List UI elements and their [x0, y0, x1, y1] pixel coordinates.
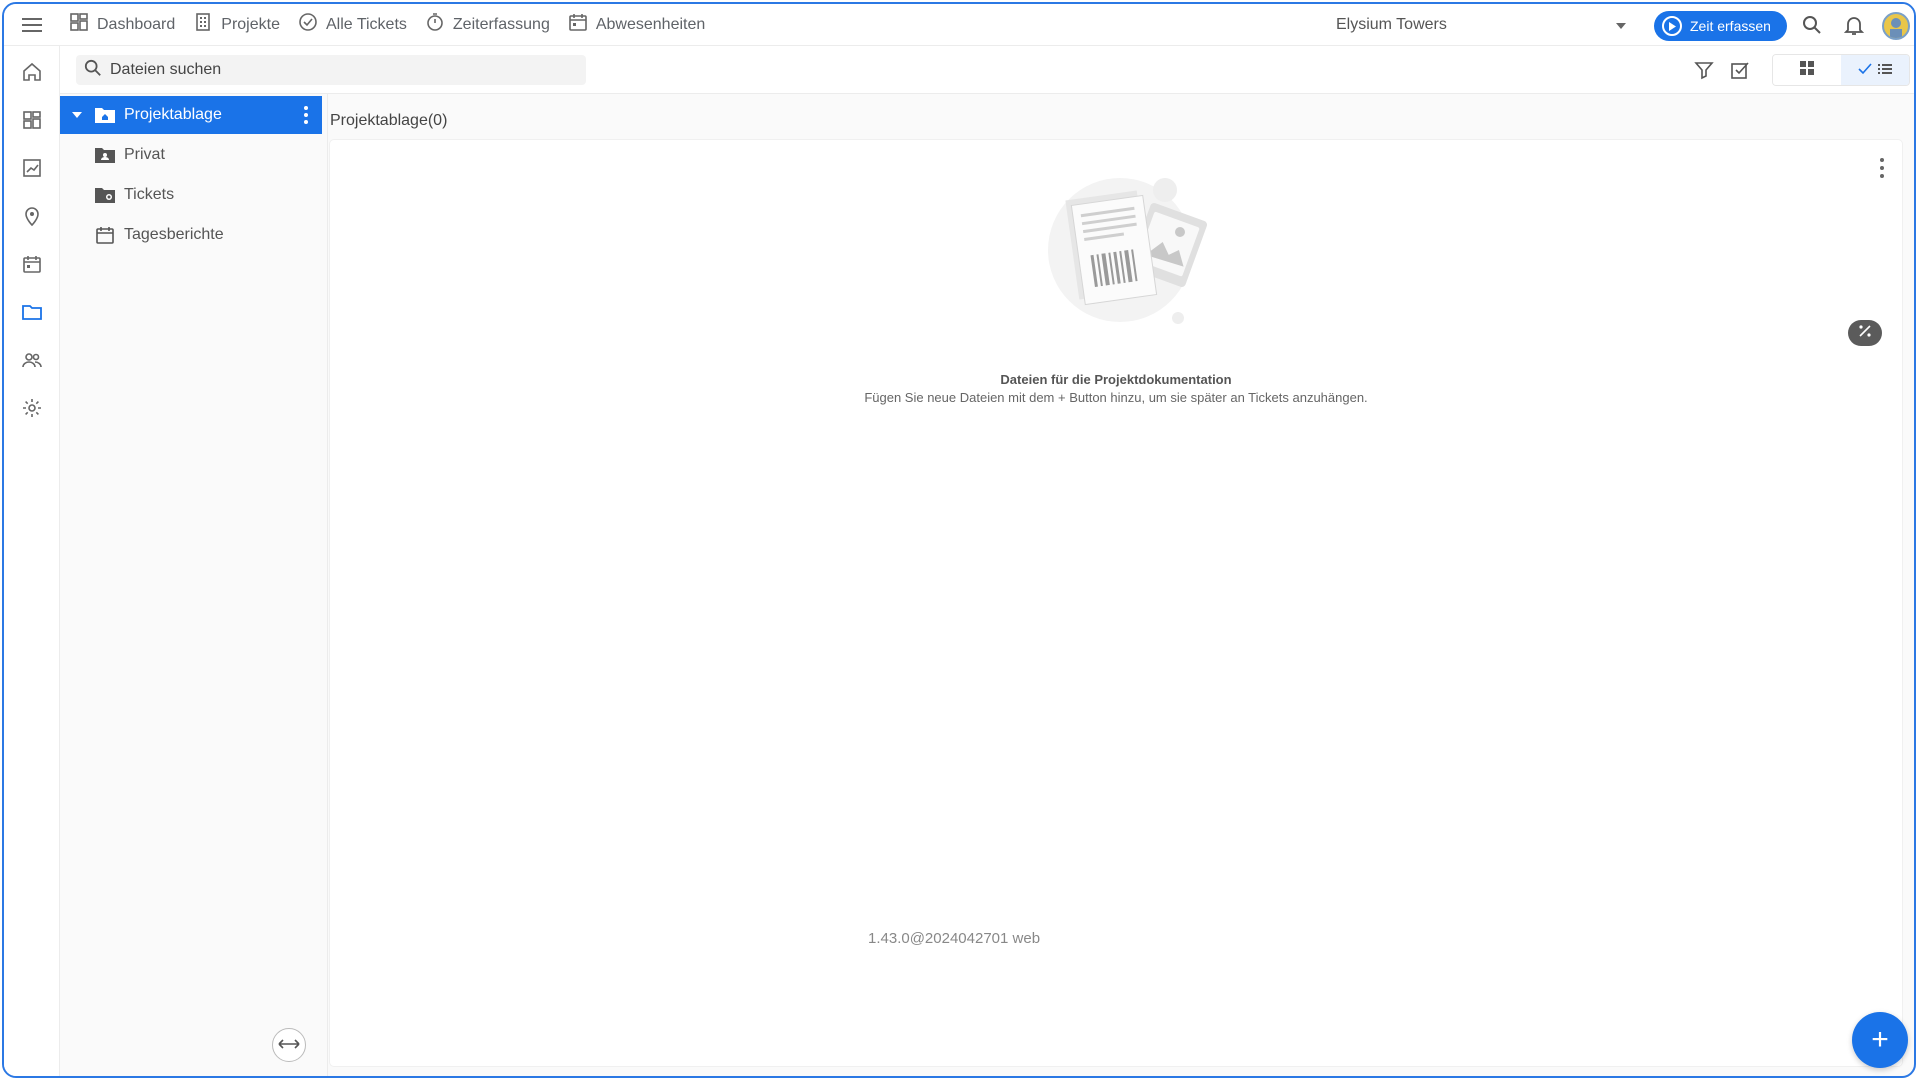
nav-zeiterfassung[interactable]: Zeiterfassung [416, 4, 559, 46]
main-nav: Dashboard Projekte Alle Tickets Zeiterfa… [60, 4, 714, 46]
grid-view-button[interactable] [1773, 55, 1841, 85]
tree-item-label: Tagesberichte [124, 226, 224, 243]
calendar-icon [94, 224, 116, 246]
nav-dashboard-label: Dashboard [97, 15, 176, 33]
calendar-icon[interactable] [4, 244, 60, 284]
users-icon[interactable] [4, 340, 60, 380]
nav-dashboard[interactable]: Dashboard [60, 4, 184, 46]
tree-item-label: Tickets [124, 186, 175, 203]
view-toggle [1772, 54, 1910, 86]
folder-account-icon [94, 144, 116, 166]
tree-item-tagesberichte[interactable]: Tagesberichte [60, 216, 322, 254]
project-select[interactable]: Elysium Towers [1336, 4, 1626, 46]
nav-projekte-label: Projekte [221, 15, 280, 33]
check-circle-icon [298, 12, 318, 37]
tree-item-tickets[interactable]: Tickets [60, 176, 322, 214]
list-icon [1878, 62, 1892, 79]
tree-item-label: Projektablage [124, 106, 222, 123]
nav-abwesenheiten[interactable]: Abwesenheiten [559, 4, 714, 46]
more-vert-icon[interactable] [302, 104, 310, 126]
search-box[interactable] [76, 55, 586, 85]
left-rail [4, 46, 60, 1076]
file-content-area: Dateien für die Projektdokumentation Füg… [330, 140, 1902, 1066]
breadcrumb[interactable]: Projektablage(0) [330, 112, 447, 130]
list-view-button[interactable] [1841, 55, 1909, 85]
chart-icon[interactable] [4, 148, 60, 188]
grid-icon [1800, 61, 1814, 79]
nav-alle-tickets-label: Alle Tickets [325, 15, 407, 33]
chevron-down-icon [1616, 16, 1626, 34]
folder-tree: Projektablage Privat Tickets Tagesberich… [60, 94, 328, 1076]
tree-item-privat[interactable]: Privat [60, 136, 322, 174]
app-window: Dashboard Projekte Alle Tickets Zeiterfa… [2, 2, 1916, 1078]
version-text: 1.43.0@2024042701 web [868, 930, 1041, 947]
percent-toggle-button[interactable] [1848, 320, 1882, 346]
nav-projekte[interactable]: Projekte [184, 4, 289, 46]
tree-item-projektablage[interactable]: Projektablage [60, 96, 322, 134]
top-bar: Dashboard Projekte Alle Tickets Zeiterfa… [4, 4, 1914, 46]
dashboard-icon[interactable] [4, 100, 60, 140]
nav-abwesenheiten-label: Abwesenheiten [595, 15, 706, 33]
search-input[interactable] [110, 61, 550, 79]
resize-sidebar-button[interactable] [272, 1028, 306, 1062]
folder-ticket-icon [94, 184, 116, 206]
project-name: Elysium Towers [1336, 16, 1447, 33]
folder-icon[interactable] [4, 292, 60, 332]
folder-home-icon [94, 104, 116, 126]
home-icon[interactable] [4, 52, 60, 92]
menu-icon[interactable] [4, 4, 60, 46]
dashboard-icon [69, 12, 89, 37]
empty-state-subtitle: Fügen Sie neue Dateien mit dem + Button … [864, 390, 1368, 405]
empty-state-illustration [1048, 178, 1208, 324]
add-file-button[interactable]: + [1852, 1012, 1908, 1068]
check-icon [1858, 62, 1872, 79]
bell-icon[interactable] [1842, 13, 1866, 37]
gear-icon[interactable] [4, 388, 60, 428]
more-vert-icon[interactable] [1878, 158, 1886, 178]
nav-zeiterfassung-label: Zeiterfassung [452, 15, 550, 33]
nav-alle-tickets[interactable]: Alle Tickets [289, 4, 416, 46]
arrows-horizontal-icon [278, 1037, 300, 1054]
map-pin-icon[interactable] [4, 196, 60, 236]
calendar-icon [568, 12, 588, 37]
play-icon [1662, 16, 1682, 36]
zeit-erfassen-button[interactable]: Zeit erfassen [1654, 11, 1787, 41]
zeit-erfassen-label: Zeit erfassen [1690, 18, 1771, 34]
search-icon[interactable] [1800, 13, 1824, 37]
filter-icon[interactable] [1692, 58, 1716, 82]
caret-down-icon[interactable] [60, 112, 94, 118]
tree-item-label: Privat [124, 146, 165, 163]
select-all-icon[interactable] [1728, 58, 1752, 82]
search-icon [84, 59, 102, 81]
stopwatch-icon [425, 12, 445, 37]
percent-icon [1858, 324, 1872, 342]
avatar[interactable] [1882, 12, 1910, 40]
building-icon [193, 12, 213, 37]
empty-state-title: Dateien für die Projektdokumentation [1000, 372, 1232, 387]
file-toolbar [60, 46, 1914, 94]
